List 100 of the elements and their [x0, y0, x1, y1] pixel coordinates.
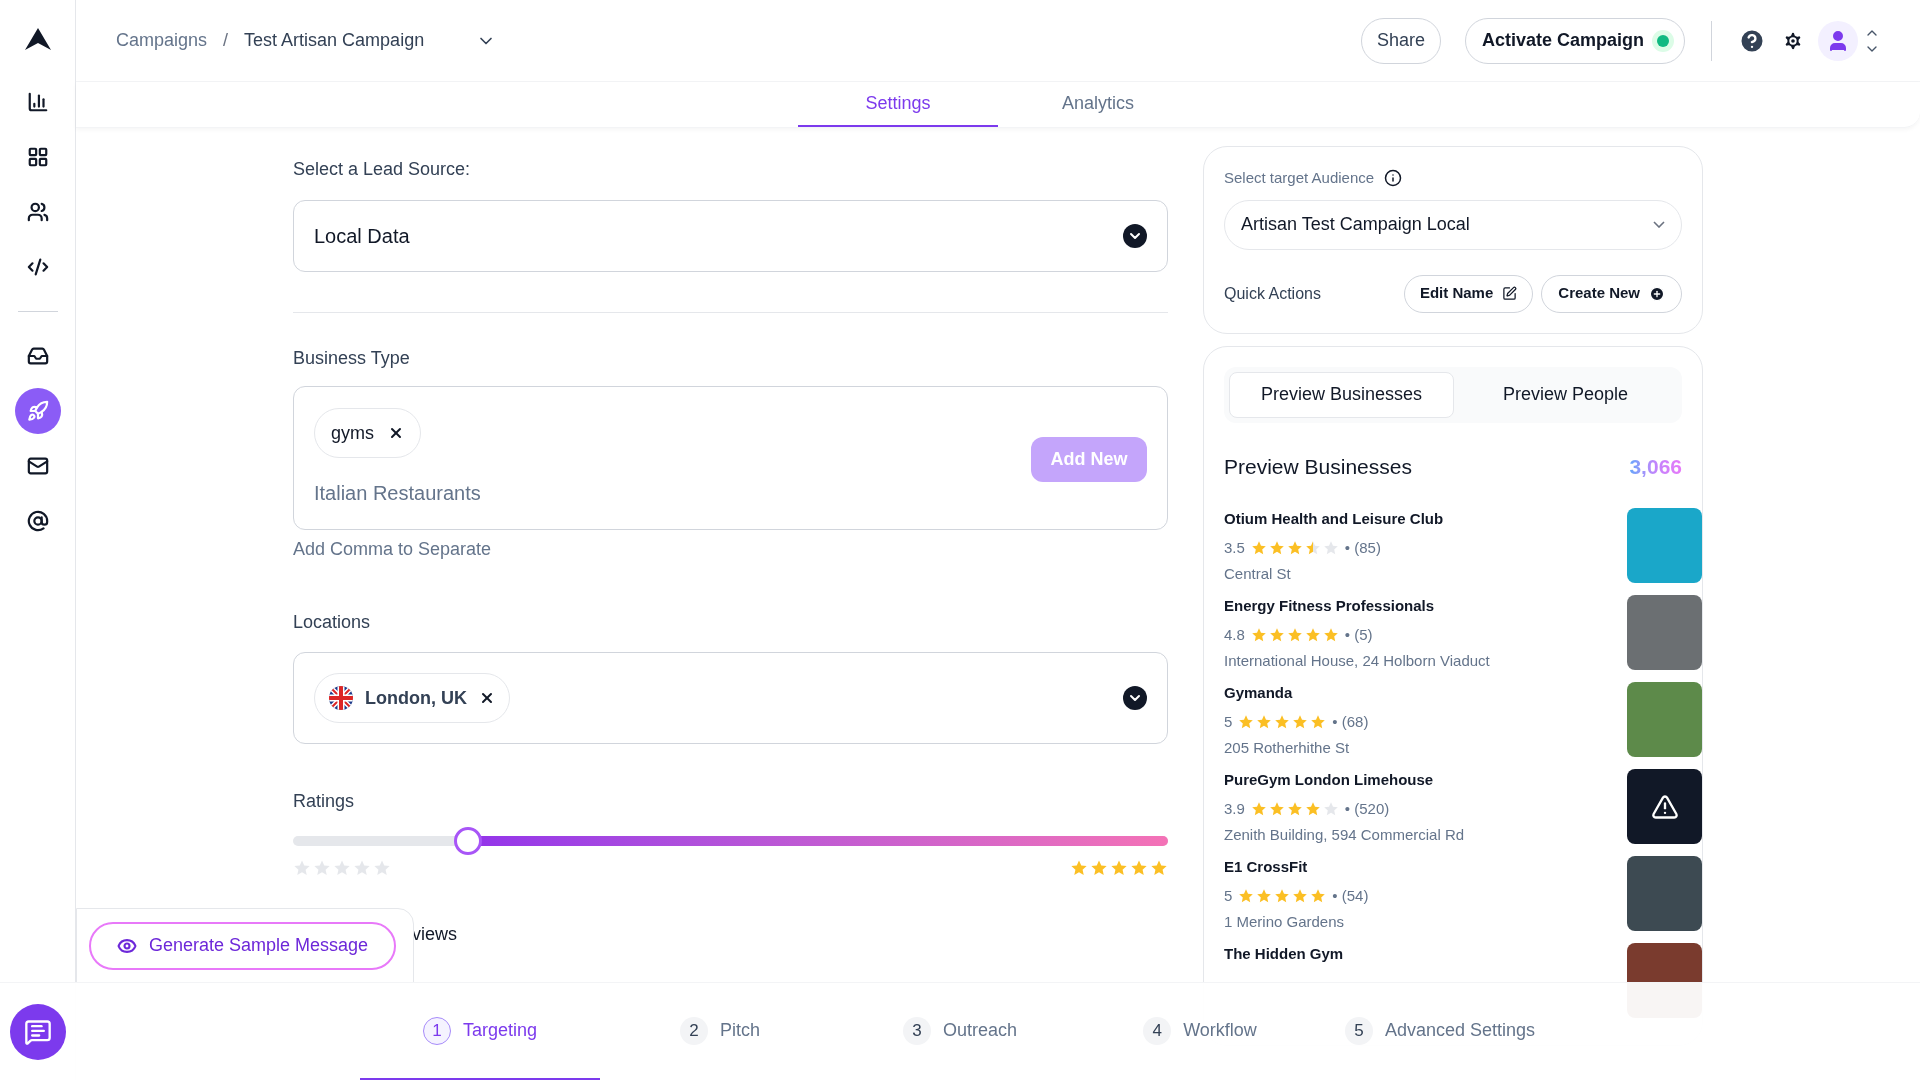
rating-value: 3.9 — [1224, 798, 1245, 819]
code-icon — [26, 256, 49, 278]
star-icon — [1286, 800, 1303, 817]
chat-button[interactable] — [10, 1003, 66, 1060]
people-icon — [26, 201, 49, 223]
section-title: Preview Businesses — [1224, 453, 1412, 480]
tab[interactable]: Analytics — [998, 82, 1198, 127]
field-label: Select a Lead Source: — [293, 158, 472, 181]
star-icon — [1286, 539, 1303, 556]
star-icon — [1256, 713, 1273, 730]
chat-icon — [24, 1017, 52, 1046]
logo-icon[interactable] — [24, 28, 51, 50]
lead-source-select[interactable]: Local Data — [293, 200, 1168, 272]
star-icon — [1268, 800, 1285, 817]
plus-circle-icon — [1649, 285, 1665, 302]
chevron-down-icon — [1653, 221, 1665, 228]
star-icon — [1292, 887, 1309, 904]
uk-flag-icon — [329, 686, 353, 710]
star-icon — [1310, 887, 1327, 904]
business-name[interactable]: Gymanda — [1224, 682, 1369, 705]
generate-sample-message-button[interactable]: Generate Sample Message — [89, 921, 397, 970]
preview-tab[interactable]: Preview People — [1454, 371, 1677, 418]
star-icon — [1250, 626, 1267, 643]
rocket-icon — [26, 400, 49, 422]
field-label: Select target Audience — [1224, 168, 1375, 188]
tab[interactable]: Settings — [798, 82, 998, 127]
warning-icon — [1650, 792, 1679, 821]
avatar[interactable] — [1818, 20, 1858, 61]
slider-thumb[interactable] — [454, 827, 482, 855]
star-icon — [373, 859, 391, 877]
star-icon — [1268, 626, 1285, 643]
business-address: Central St — [1224, 564, 1292, 584]
star-icon — [1304, 539, 1321, 556]
settings-icon[interactable] — [1782, 29, 1804, 52]
star-icon — [293, 859, 311, 877]
star-icon — [1322, 800, 1339, 817]
edit-icon — [1502, 286, 1518, 301]
mail-icon — [26, 455, 49, 477]
star-icon — [1238, 713, 1255, 730]
business-type-field[interactable]: gyms Italian Restaurants Add New — [293, 386, 1168, 530]
star-icon — [1250, 539, 1267, 556]
star-icon — [1286, 626, 1303, 643]
business-name[interactable]: Otium Health and Leisure Club — [1224, 508, 1444, 531]
star-icon — [1238, 887, 1255, 904]
business-name[interactable]: Energy Fitness Professionals — [1224, 595, 1490, 618]
breadcrumb-current: Test Artisan Campaign — [244, 29, 425, 52]
step-tab[interactable]: 2 Pitch — [600, 983, 840, 1080]
field-label: Ratings — [293, 790, 356, 813]
hint-text: Add Comma to Separate — [293, 538, 493, 561]
input-field[interactable]: Italian Restaurants — [314, 478, 814, 508]
field-label: views — [412, 923, 458, 946]
star-icon — [1292, 713, 1309, 730]
info-icon[interactable] — [1384, 169, 1403, 188]
field-label: Business Type — [293, 347, 411, 370]
star-icon — [1304, 800, 1321, 817]
review-count: • (85) — [1344, 537, 1381, 558]
breadcrumb-link[interactable]: Campaigns — [116, 27, 208, 54]
rating-value: 3.5 — [1224, 537, 1245, 558]
star-icon — [1130, 859, 1148, 877]
remove-icon[interactable] — [388, 425, 404, 441]
business-name[interactable]: E1 CrossFit — [1224, 856, 1369, 879]
review-count: • (68) — [1332, 711, 1369, 732]
remove-icon[interactable] — [479, 690, 495, 706]
step-tab[interactable]: 1 Targeting — [360, 983, 600, 1080]
business-address: 1 Merino Gardens — [1224, 912, 1346, 932]
review-count: • (54) — [1332, 885, 1369, 906]
star-icon — [1090, 859, 1108, 877]
rating-value: 4.8 — [1224, 624, 1245, 645]
business-name[interactable]: PureGym London Limehouse — [1224, 769, 1465, 792]
location-chip[interactable]: London, UK — [314, 673, 510, 723]
rating-slider[interactable] — [293, 827, 1168, 855]
star-icon — [1322, 539, 1339, 556]
step-tab[interactable]: 5 Advanced Settings — [1320, 983, 1560, 1080]
inbox-icon — [26, 345, 49, 367]
star-icon — [1322, 626, 1339, 643]
star-icon — [1250, 800, 1267, 817]
star-icon — [1150, 859, 1168, 877]
bar-chart-icon — [26, 91, 49, 113]
step-tab[interactable]: 3 Outreach — [840, 983, 1080, 1080]
breadcrumb-separator: / — [223, 29, 229, 52]
business-name[interactable]: The Hidden Gym — [1224, 943, 1344, 966]
star-icon — [1256, 887, 1273, 904]
locations-select[interactable]: London, UK — [293, 652, 1168, 744]
star-icon — [333, 859, 351, 877]
star-icon — [353, 859, 371, 877]
star-icon — [1310, 713, 1327, 730]
star-icon — [1070, 859, 1088, 877]
review-count: • (520) — [1344, 798, 1390, 819]
preview-tab[interactable]: Preview Businesses — [1229, 371, 1454, 418]
field-label: Locations — [293, 611, 372, 634]
audience-select[interactable]: Artisan Test Campaign Local — [1224, 199, 1682, 250]
star-icon — [1274, 887, 1291, 904]
apps-icon — [26, 146, 49, 168]
tag-chip[interactable]: gyms — [314, 408, 421, 458]
rating-value: 5 — [1224, 711, 1233, 732]
step-tab[interactable]: 4 Workflow — [1080, 983, 1320, 1080]
at-sign-icon — [26, 510, 49, 532]
dropdown-icon — [1123, 686, 1147, 710]
star-icon — [1304, 626, 1321, 643]
star-icon — [313, 859, 331, 877]
